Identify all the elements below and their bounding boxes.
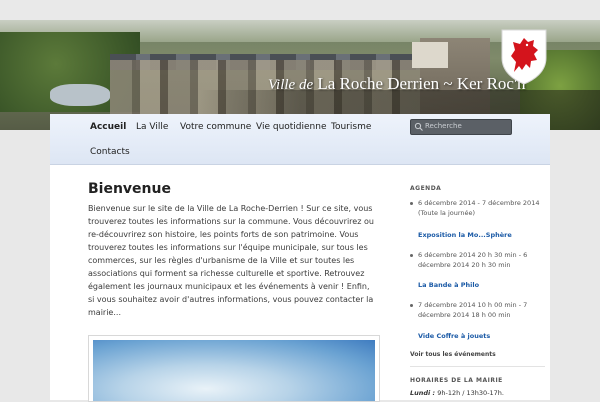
agenda-event: 6 décembre 2014 - 7 décembre 2014 (Toute… [410,198,545,244]
featured-image [88,335,380,402]
hours-day: Lundi : [410,389,436,397]
nav-item-contacts[interactable]: Contacts [90,147,130,157]
bullet-icon [410,254,413,257]
banner-river [50,84,110,106]
nav-item-vie-quotidienne[interactable]: Vie quotidienne [256,122,327,132]
search-placeholder: Recherche [425,122,462,130]
all-events-link[interactable]: Voir tous les événements [410,351,496,358]
event-link[interactable]: Vide Coffre à jouets [418,332,490,340]
agenda-heading: AGENDA [410,185,442,192]
search-input[interactable]: Recherche [410,119,512,135]
event-link[interactable]: Exposition la Mo...Sphère [418,231,512,239]
nav-item-accueil[interactable]: Accueil [90,122,126,132]
featured-image-sky [93,340,375,401]
agenda-event: 7 décembre 2014 10 h 00 min - 7 décembre… [410,300,545,346]
town-hall-hours-heading: HORAIRES DE LA MAIRIE [410,377,503,384]
nav-item-la-ville[interactable]: La Ville [136,122,168,132]
agenda-event: 6 décembre 2014 20 h 30 min - 6 décembre… [410,250,545,296]
sidebar-divider [410,366,545,367]
site-title-prefix: Ville de [268,77,314,93]
event-link[interactable]: La Bande à Philo [418,281,479,289]
town-hall-hours: Lundi : 9h-12h / 13h30-17h. [410,389,504,397]
intro-paragraph: Bienvenue sur le site de la Ville de La … [88,204,374,317]
bullet-icon [410,304,413,307]
event-date: 6 décembre 2014 - 7 décembre 2014 (Toute… [418,199,540,217]
nav-item-votre-commune[interactable]: Votre commune [180,122,251,132]
event-date: 7 décembre 2014 10 h 00 min - 7 décembre… [418,301,528,319]
event-date: 6 décembre 2014 20 h 30 min - 6 décembre… [418,251,528,269]
banner-white-house [412,42,448,68]
site-title-link[interactable]: Ville de La Roche Derrien ~ Ker Roc'h [268,74,526,94]
nav-item-tourisme[interactable]: Tourisme [331,122,371,132]
page-title: Bienvenue [88,181,171,197]
site-title-separator: ~ [443,74,453,93]
hours-value: 9h-12h / 13h30-17h. [437,389,504,397]
top-strip [0,0,600,20]
search-icon [414,122,423,131]
bullet-icon [410,202,413,205]
site-title-main: La Roche Derrien [317,74,440,93]
coat-of-arms-logo [501,29,547,85]
